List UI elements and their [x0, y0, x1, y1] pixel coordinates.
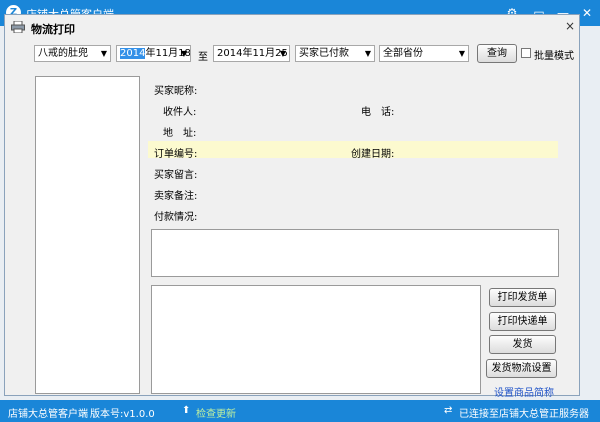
printer-icon	[11, 21, 25, 33]
print-invoice-button[interactable]: 打印发货单	[489, 288, 556, 307]
batch-mode-checkbox[interactable]	[521, 48, 531, 58]
buyer-nick-label: 买家昵称:	[154, 86, 198, 97]
status-app-name: 店铺大总管客户端	[8, 409, 88, 420]
ship-button[interactable]: 发货	[489, 335, 556, 354]
order-no-label: 订单编号:	[154, 149, 198, 160]
dialog-close-icon[interactable]: ×	[565, 19, 575, 33]
date-from-picker[interactable]: 2014年11月18日▼	[116, 45, 191, 62]
recipient-label: 收件人:	[163, 107, 197, 118]
order-status-select[interactable]: 买家已付款 ▼	[295, 45, 375, 62]
check-update-link[interactable]: 检查更新	[196, 405, 236, 420]
query-button[interactable]: 查询	[477, 44, 517, 63]
batch-mode-label: 批量模式	[534, 51, 574, 62]
dialog-title: 物流打印	[31, 23, 75, 36]
date-to-picker[interactable]: 2014年11月25日 ▼	[213, 45, 290, 62]
logistics-print-dialog: 物流打印 × 八戒的肚兜 ▼ 2014年11月18日▼ 至 2014年11月25日…	[4, 14, 580, 399]
created-date-label: 创建日期:	[351, 149, 395, 160]
province-value: 全部省份	[383, 48, 423, 59]
phone-label: 电 话:	[361, 107, 395, 118]
buyer-message-label: 买家留言:	[154, 170, 198, 181]
chevron-down-icon: ▼	[279, 49, 286, 58]
chevron-down-icon: ▼	[364, 49, 371, 58]
set-product-short-name-link[interactable]: 设置商品简称	[494, 384, 554, 399]
connection-icon: ⇄	[444, 405, 453, 416]
chevron-down-icon: ▼	[100, 49, 107, 58]
date-from-year: 2014	[120, 48, 146, 59]
print-express-button[interactable]: 打印快递单	[489, 312, 556, 331]
status-version: 版本号:v1.0.0	[90, 409, 155, 420]
address-label: 地 址:	[163, 128, 197, 139]
shipping-settings-button[interactable]: 发货物流设置	[486, 359, 557, 378]
order-status-value: 买家已付款	[299, 48, 349, 59]
close-icon[interactable]: ✕	[578, 4, 596, 22]
shop-select[interactable]: 八戒的肚兜 ▼	[34, 45, 111, 62]
shop-select-value: 八戒的肚兜	[38, 48, 88, 59]
chevron-down-icon: ▼	[180, 49, 187, 58]
status-bar: 店铺大总管客户端 版本号:v1.0.0 ⬆ 检查更新 ⇄ 已连接至店铺大总管正服…	[0, 400, 600, 422]
update-icon: ⬆	[182, 405, 191, 416]
seller-note-label: 卖家备注:	[154, 191, 198, 202]
log-area[interactable]	[151, 285, 481, 394]
province-select[interactable]: 全部省份 ▼	[379, 45, 469, 62]
order-list[interactable]	[35, 76, 140, 394]
chevron-down-icon: ▼	[458, 49, 465, 58]
connection-status: 已连接至店铺大总管正服务器	[459, 409, 589, 420]
order-items-box[interactable]	[151, 229, 559, 277]
to-label: 至	[198, 52, 208, 63]
payment-status-label: 付款情况:	[154, 212, 198, 223]
